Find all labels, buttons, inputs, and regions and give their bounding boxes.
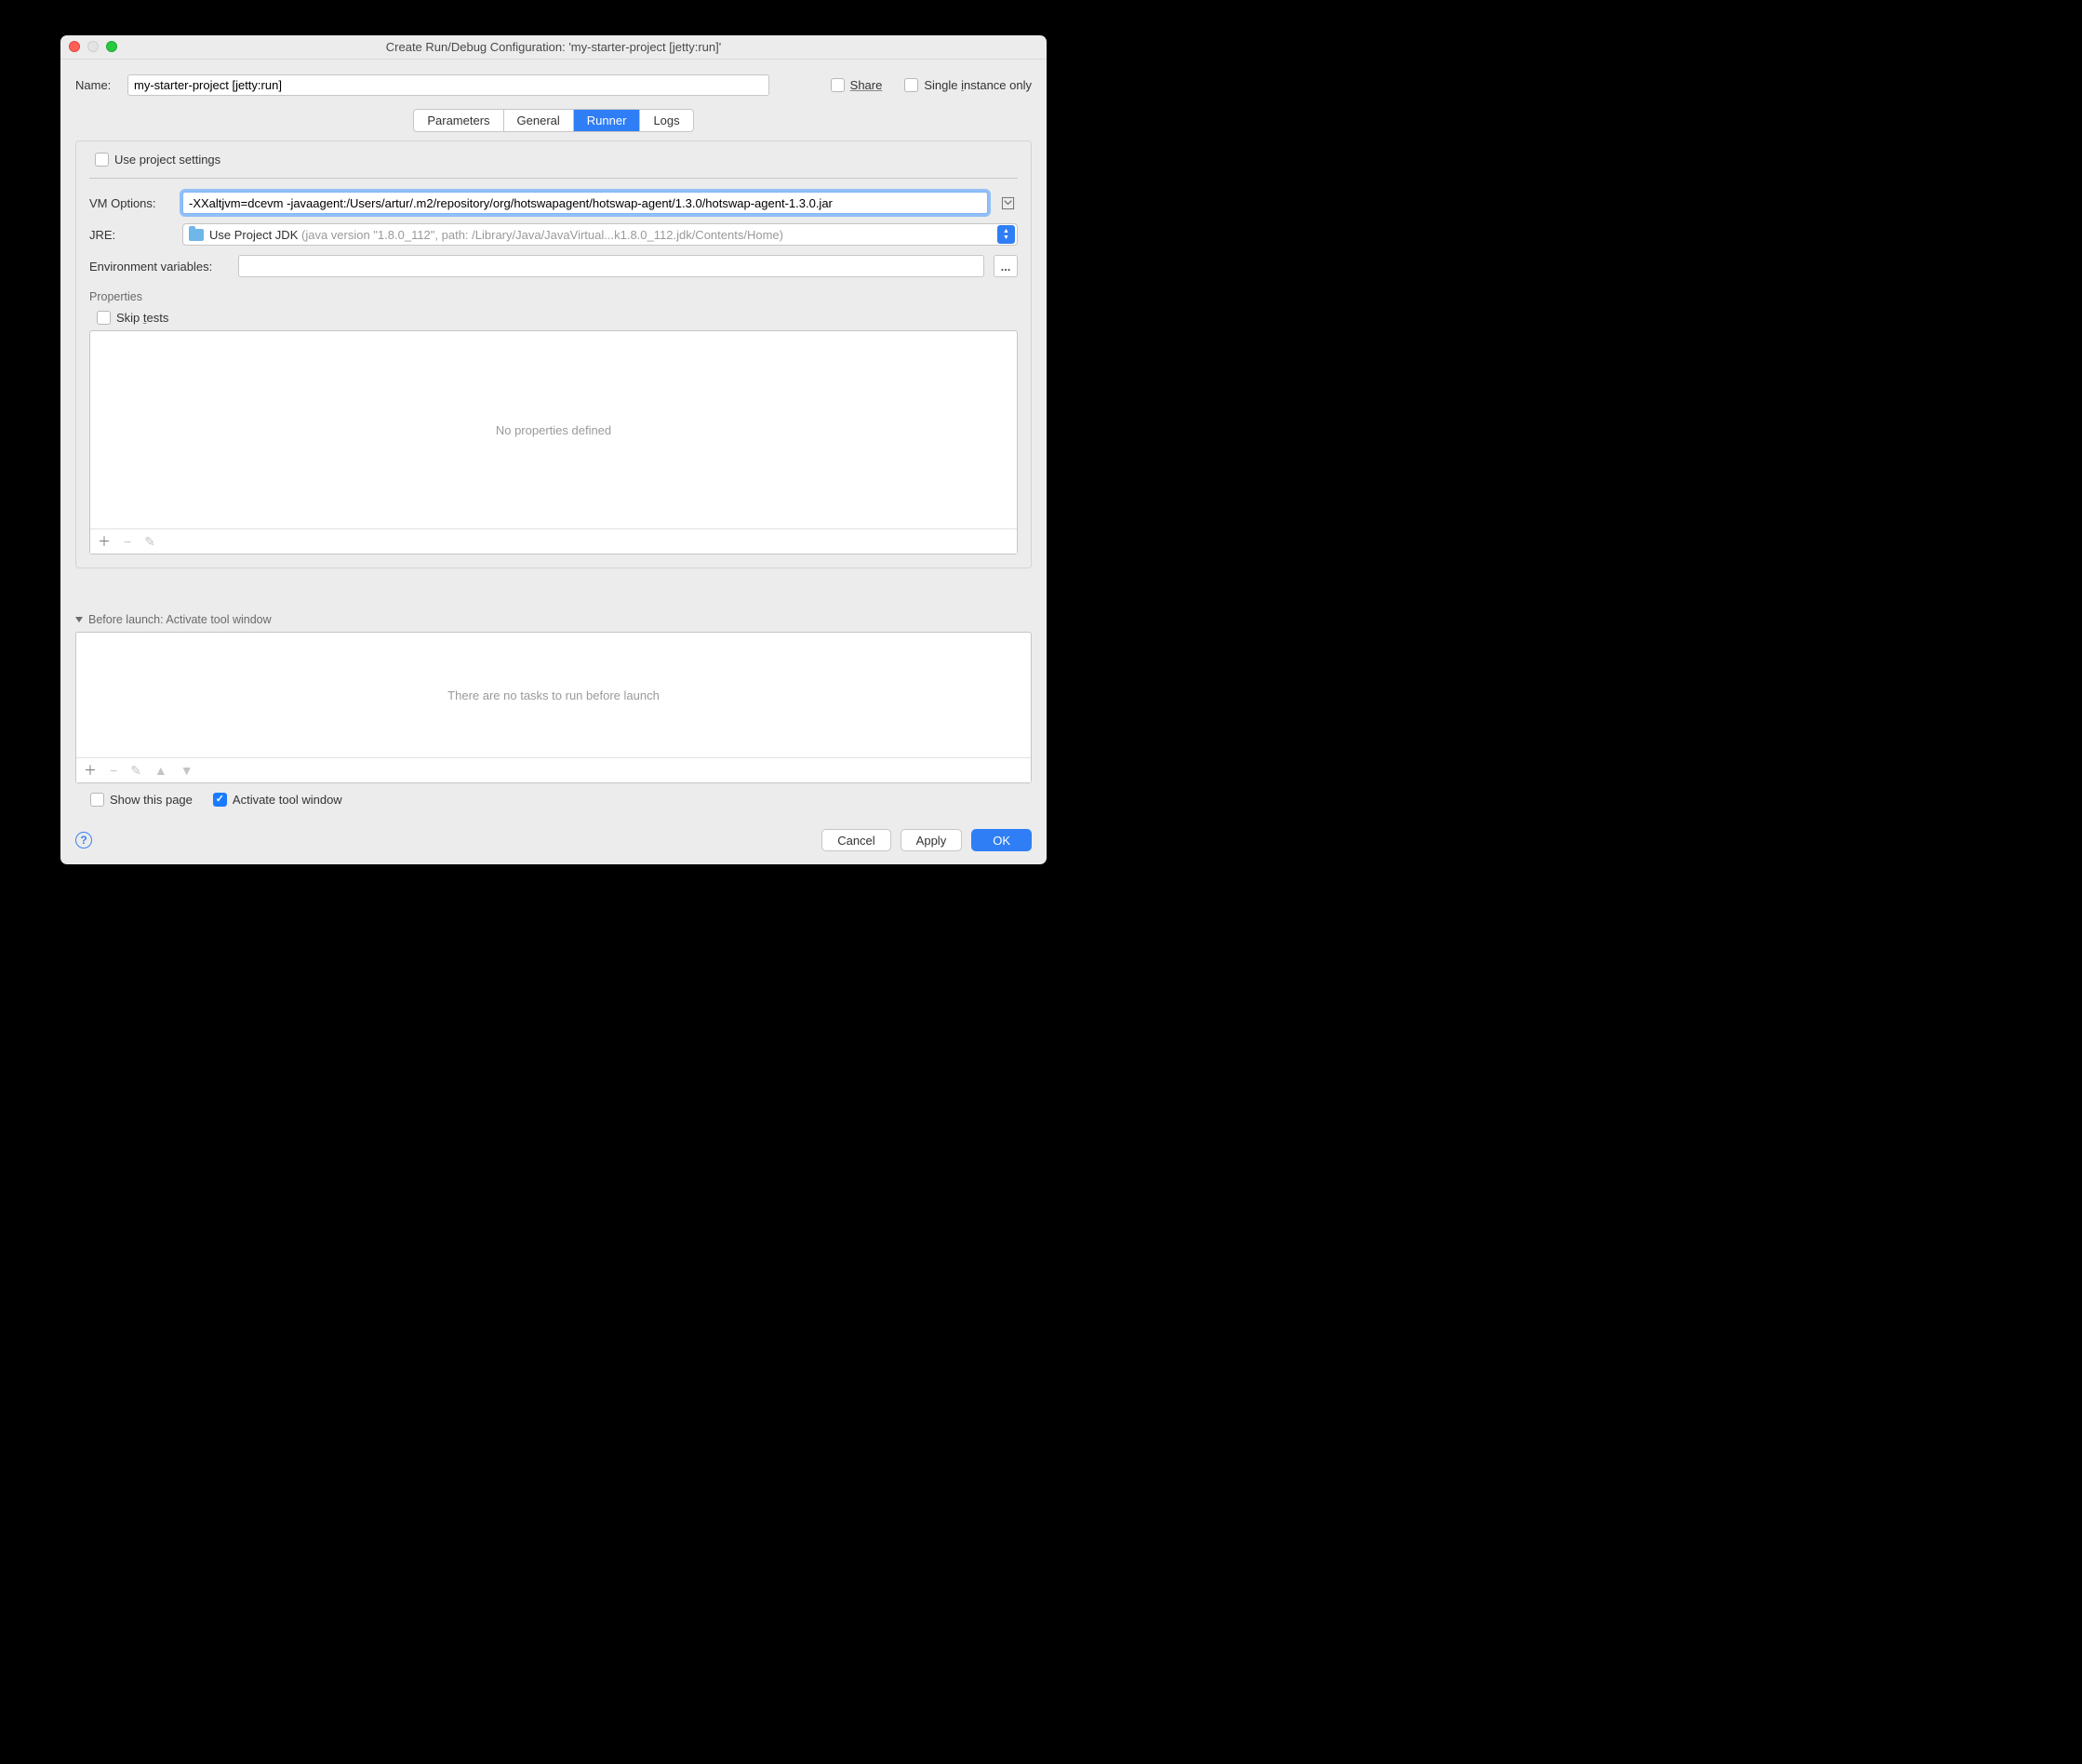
properties-title: Properties	[89, 290, 1018, 303]
activate-tool-window-label: Activate tool window	[233, 793, 342, 807]
jre-label: JRE:	[89, 228, 173, 242]
tab-runner[interactable]: Runner	[574, 110, 641, 131]
single-instance-checkbox[interactable]	[904, 78, 918, 92]
show-this-page-checkbox[interactable]	[90, 793, 104, 807]
disclosure-triangle-icon[interactable]	[75, 617, 83, 622]
env-vars-label: Environment variables:	[89, 260, 229, 274]
before-launch-empty-text: There are no tasks to run before launch	[76, 633, 1031, 757]
use-project-settings-label: Use project settings	[114, 153, 220, 167]
dialog-footer: ? Cancel Apply OK	[75, 829, 1032, 851]
move-down-icon: ▼	[180, 764, 194, 777]
properties-empty-text: No properties defined	[90, 331, 1017, 528]
cancel-button[interactable]: Cancel	[821, 829, 890, 851]
activate-tool-window-checkbox[interactable]	[213, 793, 227, 807]
folder-icon	[189, 229, 204, 241]
share-label: Share	[850, 78, 883, 92]
before-launch-toolbar: ＋ − ✎ ▲ ▼	[76, 757, 1031, 782]
ok-button[interactable]: OK	[971, 829, 1032, 851]
env-vars-input[interactable]	[238, 255, 984, 277]
close-icon[interactable]	[69, 41, 80, 52]
window-title: Create Run/Debug Configuration: 'my-star…	[60, 40, 1047, 54]
vm-options-input[interactable]	[182, 192, 988, 214]
runner-panel: Use project settings VM Options: JRE: Us…	[75, 140, 1032, 568]
before-launch-title: Before launch: Activate tool window	[88, 613, 272, 626]
tab-logs[interactable]: Logs	[640, 110, 692, 131]
tabs: Parameters General Runner Logs	[75, 109, 1032, 132]
name-row: Name: Share Single instance only	[75, 74, 1032, 96]
minimize-icon[interactable]	[87, 41, 99, 52]
name-label: Name:	[75, 78, 118, 92]
help-icon[interactable]: ?	[75, 832, 92, 849]
vm-options-label: VM Options:	[89, 196, 173, 210]
dialog-window: Create Run/Debug Configuration: 'my-star…	[60, 35, 1047, 864]
add-icon[interactable]: ＋	[84, 764, 97, 777]
remove-icon: −	[110, 764, 117, 777]
edit-icon: ✎	[144, 535, 155, 548]
skip-tests-checkbox[interactable]	[97, 311, 111, 325]
use-project-settings-checkbox[interactable]	[95, 153, 109, 167]
share-checkbox[interactable]	[831, 78, 845, 92]
separator	[89, 178, 1018, 179]
skip-tests-label: Skip tests	[116, 311, 168, 325]
properties-list: No properties defined ＋ − ✎	[89, 330, 1018, 555]
titlebar: Create Run/Debug Configuration: 'my-star…	[60, 35, 1047, 60]
jre-select[interactable]: Use Project JDK (java version "1.8.0_112…	[182, 223, 1018, 246]
add-icon[interactable]: ＋	[98, 535, 111, 548]
tab-general[interactable]: General	[504, 110, 574, 131]
window-controls	[69, 41, 117, 52]
jre-value: Use Project JDK (java version "1.8.0_112…	[209, 228, 992, 242]
apply-button[interactable]: Apply	[901, 829, 963, 851]
show-this-page-label: Show this page	[110, 793, 193, 807]
properties-toolbar: ＋ − ✎	[90, 528, 1017, 554]
move-up-icon: ▲	[154, 764, 167, 777]
tab-parameters[interactable]: Parameters	[414, 110, 503, 131]
dialog-content: Name: Share Single instance only Paramet…	[60, 60, 1047, 864]
expand-field-icon[interactable]	[997, 193, 1018, 213]
before-launch-list: There are no tasks to run before launch …	[75, 632, 1032, 783]
env-vars-browse-button[interactable]: ...	[994, 255, 1018, 277]
single-instance-label: Single instance only	[924, 78, 1032, 92]
remove-icon: −	[124, 535, 131, 548]
edit-icon: ✎	[130, 764, 141, 777]
name-input[interactable]	[127, 74, 769, 96]
dropdown-stepper-icon[interactable]: ▲▼	[997, 225, 1015, 244]
maximize-icon[interactable]	[106, 41, 117, 52]
